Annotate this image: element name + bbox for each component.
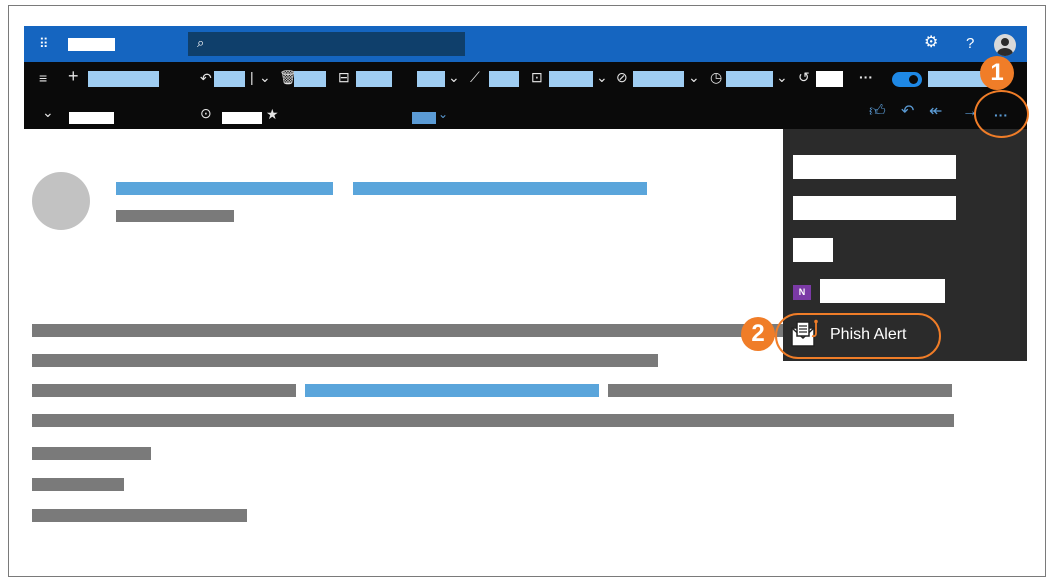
plus-icon[interactable]: + xyxy=(68,67,79,85)
chevron-down-icon[interactable]: ⌄ xyxy=(688,70,700,84)
avatar[interactable] xyxy=(994,34,1016,56)
chevron-down-icon[interactable]: ⌄ xyxy=(42,105,54,119)
help-button[interactable]: ? xyxy=(966,36,974,51)
body-link[interactable] xyxy=(305,384,599,397)
chevron-down-icon[interactable]: ⌄ xyxy=(438,107,448,121)
body-line xyxy=(32,384,296,397)
divider: | xyxy=(250,69,254,85)
callout-ring-2 xyxy=(775,313,941,359)
move-to-button[interactable] xyxy=(549,71,593,87)
avatar-head-icon xyxy=(1001,38,1009,46)
sender-name[interactable] xyxy=(116,182,333,195)
body-line xyxy=(32,354,658,367)
menu-item-onenote[interactable] xyxy=(820,279,945,303)
archive-button[interactable] xyxy=(356,71,392,87)
categorize-button[interactable] xyxy=(633,71,684,87)
reply-icon[interactable]: ↶ xyxy=(901,104,914,120)
menu-item[interactable] xyxy=(793,238,833,262)
callout-ring-1 xyxy=(974,90,1029,138)
callout-badge-1: 1 xyxy=(980,56,1014,90)
undo-icon[interactable]: ↶ xyxy=(200,71,212,85)
status-label xyxy=(222,112,262,124)
body-line xyxy=(608,384,952,397)
chevron-down-icon[interactable]: ⌄ xyxy=(596,70,608,84)
waffle-icon[interactable]: ⠿ xyxy=(39,37,49,51)
like-icon[interactable]: 👍︎ xyxy=(869,104,886,120)
onenote-icon: N xyxy=(793,285,811,300)
reply-button[interactable] xyxy=(214,71,245,87)
message-header-bar: ⌄ ⊙ ★ ⌄ 👍︎ ↶ ↞ → ··· xyxy=(24,96,1027,129)
folder-name xyxy=(69,112,114,124)
sweep-button[interactable] xyxy=(489,71,519,87)
archive-icon[interactable]: ⊟ xyxy=(338,70,350,84)
chevron-down-icon[interactable]: ⌄ xyxy=(776,70,788,84)
delete-button[interactable] xyxy=(294,71,326,87)
move-to-icon[interactable]: ⊡ xyxy=(531,70,543,84)
toggle-switch[interactable] xyxy=(892,72,922,87)
body-line xyxy=(32,478,124,491)
search-box[interactable]: ⌕ xyxy=(188,32,465,56)
undo-icon[interactable]: ↺ xyxy=(798,70,810,84)
check-circle-icon[interactable]: ⊙ xyxy=(200,106,212,120)
callout-badge-2: 2 xyxy=(741,317,775,351)
sweep-icon[interactable]: ⟋ xyxy=(470,70,480,84)
reply-all-icon[interactable]: ↞ xyxy=(929,104,942,120)
chevron-down-icon[interactable]: ⌄ xyxy=(448,70,460,84)
sent-date xyxy=(116,210,234,222)
menu-item[interactable] xyxy=(793,155,956,179)
search-icon: ⌕ xyxy=(197,35,205,50)
body-line xyxy=(32,447,151,460)
menu-item[interactable] xyxy=(793,196,956,220)
avatar-body-icon xyxy=(997,48,1013,56)
app-name[interactable] xyxy=(68,38,115,51)
body-line xyxy=(32,324,784,337)
command-bar: ≡ + ↶ | ⌄ 🗑 ⊟ ⌄ ⟋ ⊡ ⌄ ⊘ ⌄ ◷ ⌄ ↺ ··· xyxy=(24,62,1027,96)
new-message-button[interactable] xyxy=(88,71,159,87)
toggle-label xyxy=(928,71,988,87)
hamburger-icon[interactable]: ≡ xyxy=(39,71,47,85)
sender-email[interactable] xyxy=(353,182,647,195)
snooze-button[interactable] xyxy=(726,71,773,87)
move-button[interactable] xyxy=(417,71,445,87)
chevron-down-icon[interactable]: ⌄ xyxy=(259,70,271,84)
tag-icon[interactable]: ⊘ xyxy=(616,70,628,84)
body-line xyxy=(32,509,247,522)
more-icon[interactable]: ··· xyxy=(859,70,873,84)
app-header: ⠿ ⌕ ⚙ ? xyxy=(24,26,1027,62)
star-icon[interactable]: ★ xyxy=(266,107,279,121)
undo-button[interactable] xyxy=(816,71,843,87)
avatar xyxy=(32,172,90,230)
body-line xyxy=(32,414,954,427)
clock-icon[interactable]: ◷ xyxy=(710,70,722,84)
gear-icon[interactable]: ⚙ xyxy=(924,35,938,51)
toggle-knob xyxy=(909,75,918,84)
filter-dropdown[interactable] xyxy=(412,112,436,124)
